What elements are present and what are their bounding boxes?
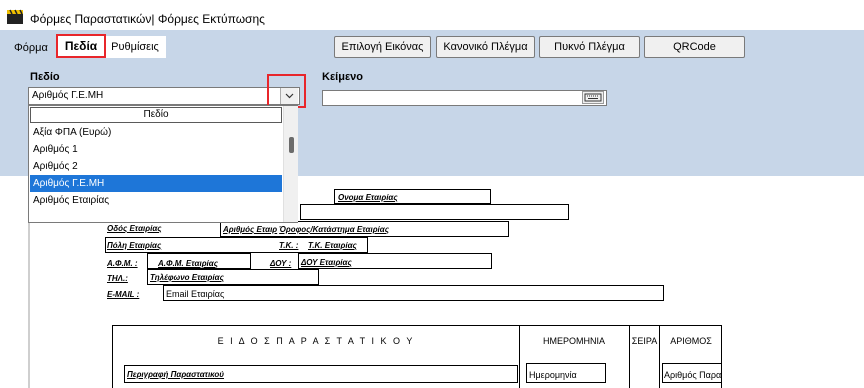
highlight-dropdown-button xyxy=(267,74,306,108)
dropdown-item-gemi-number[interactable]: Αριθμός Γ.Ε.ΜΗ xyxy=(30,175,282,192)
number-text: Αριθμός Παραστατ xyxy=(664,370,722,380)
afm-label: Α.Φ.Μ. : xyxy=(107,259,138,268)
doy-text: ΔΟΥ Εταιρίας xyxy=(301,258,352,267)
dropdown-scrollbar[interactable] xyxy=(283,106,298,222)
tk-field[interactable]: Τ.Κ. Εταιρίας xyxy=(308,241,357,250)
street-number-field[interactable]: Αριθμός Εταιρ Όροφος/Κατάστημα Εταιρίας xyxy=(220,221,509,237)
tel-text: Τηλέφωνο Εταιρίας xyxy=(150,273,224,282)
qrcode-button[interactable]: QRCode xyxy=(644,36,745,58)
doc-description-text: Περιγραφή Παραστατικού xyxy=(127,370,225,379)
email-text: Email Εταιρίας xyxy=(166,289,225,299)
tab-fields[interactable]: Πεδία xyxy=(56,34,106,58)
field-label: Πεδίο xyxy=(30,71,60,83)
tab-form[interactable]: Φόρμα xyxy=(14,38,48,58)
dropdown-header: Πεδίο xyxy=(30,107,282,123)
keyboard-icon xyxy=(584,93,602,102)
field-combobox[interactable]: Αριθμός Γ.Ε.ΜΗ xyxy=(28,87,300,105)
floor-text: Όροφος/Κατάστημα Εταιρίας xyxy=(279,225,389,234)
company-name-field[interactable]: Ονομα Εταιρίας xyxy=(334,189,491,204)
tel-label: ΤΗΛ.: xyxy=(107,274,128,283)
tk-label: Τ.Κ. : xyxy=(279,241,299,250)
tab-settings[interactable]: Ρυθμίσεις xyxy=(104,36,166,58)
dropdown-item-number-1[interactable]: Αριθμός 1 xyxy=(30,141,282,158)
date-text: Ημερομηνία xyxy=(529,370,577,380)
window-title: Φόρμες Παραστατικών| Φόρμες Εκτύπωσης xyxy=(30,12,265,26)
street-field[interactable]: Οδός Εταιρίας xyxy=(107,224,162,233)
number-field[interactable]: Αριθμός Παραστατ xyxy=(662,363,722,383)
table-divider xyxy=(519,325,520,388)
text-label: Κείμενο xyxy=(322,71,364,83)
series-header: ΣΕΙΡΑ xyxy=(631,336,658,346)
dense-grid-button[interactable]: Πυκνό Πλέγμα xyxy=(539,36,640,58)
scrollbar-thumb[interactable] xyxy=(289,137,294,153)
company-name-text: Ονομα Εταιρίας xyxy=(338,193,398,202)
keyboard-button[interactable] xyxy=(582,91,604,104)
dropdown-item-company-number[interactable]: Αριθμός Εταιρίας xyxy=(30,192,282,209)
field-dropdown-list[interactable]: Πεδίο Αξία ΦΠΑ (Ευρώ) Αριθμός 1 Αριθμός … xyxy=(28,105,298,223)
afm-field[interactable]: Α.Φ.Μ. Εταιρίας xyxy=(158,259,218,268)
tel-field[interactable]: Τηλέφωνο Εταιρίας xyxy=(147,269,319,285)
field-combobox-value: Αριθμός Γ.Ε.ΜΗ xyxy=(32,90,104,101)
email-field[interactable]: Email Εταιρίας xyxy=(163,285,664,301)
doy-label: ΔΟΥ : xyxy=(270,259,292,268)
date-field[interactable]: Ημερομηνία xyxy=(526,363,606,383)
number-header: ΑΡΙΘΜΟΣ xyxy=(670,336,712,346)
table-divider xyxy=(659,325,660,388)
normal-grid-button[interactable]: Κανονικό Πλέγμα xyxy=(436,36,535,58)
doy-field[interactable]: ΔΟΥ Εταιρίας xyxy=(298,253,492,269)
date-header: ΗΜΕΡΟΜΗΝΙΑ xyxy=(542,336,605,346)
select-image-button[interactable]: Επιλογή Εικόνας xyxy=(334,36,431,58)
dropdown-item-number-2[interactable]: Αριθμός 2 xyxy=(30,158,282,175)
doc-type-header: Ε Ι Δ Ο Σ Π Α Ρ Α Σ Τ Α Τ Ι Κ Ο Υ xyxy=(217,336,415,346)
table-divider xyxy=(629,325,630,388)
email-label: E-MAIL : xyxy=(107,290,140,299)
clapperboard-icon xyxy=(7,9,23,24)
doc-description-field[interactable]: Περιγραφή Παραστατικού xyxy=(124,365,518,383)
field-box[interactable] xyxy=(300,204,569,220)
street-number-text: Αριθμός Εταιρ xyxy=(223,225,278,234)
dropdown-item-vat-value[interactable]: Αξία ΦΠΑ (Ευρώ) xyxy=(30,124,282,141)
text-input[interactable] xyxy=(322,90,607,106)
